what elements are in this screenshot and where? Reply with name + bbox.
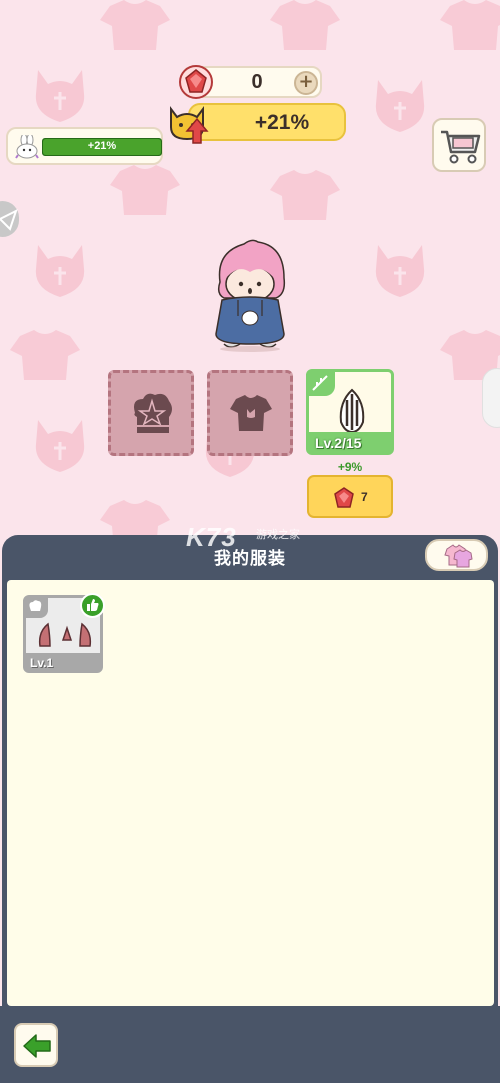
item-bonus: +9% (337, 460, 363, 474)
upgrade-button[interactable]: 7 (307, 475, 393, 518)
item-category-badge (26, 598, 48, 618)
equipped-badge (80, 593, 105, 618)
item-category-badge (309, 372, 335, 396)
outfit-icon (444, 544, 473, 568)
paper-plane-icon (0, 209, 18, 231)
character-avatar[interactable] (210, 238, 290, 353)
side-menu-tab[interactable] (0, 201, 19, 237)
bonus-progress-label: +21% (87, 140, 117, 152)
chef-hat-icon (29, 600, 42, 611)
boost-value: +21% (254, 111, 310, 134)
thumbs-up-icon (87, 599, 99, 611)
devil-cat-boost-icon (170, 106, 209, 144)
feather-icon (312, 375, 328, 391)
back-button[interactable] (14, 1023, 58, 1067)
shirt-icon (230, 395, 272, 431)
add-gems-button[interactable]: + (294, 71, 318, 95)
watermark-text: 游戏之家 (256, 529, 300, 541)
sunflower-seed-icon (339, 388, 365, 434)
back-arrow-icon (23, 1034, 51, 1058)
red-gem-icon (179, 65, 213, 99)
item-level: Lv.1 (30, 656, 54, 670)
devil-horns-icon (38, 622, 92, 647)
shop-button[interactable] (432, 118, 486, 172)
bunny-icon (15, 135, 39, 159)
hat-slot[interactable] (108, 370, 194, 456)
chef-hat-pentagram-icon (134, 393, 172, 433)
bonus-progress-card[interactable]: +21% (6, 127, 163, 165)
bottom-bar (0, 1006, 500, 1083)
outfit-switch-button[interactable] (425, 539, 488, 571)
gem-counter: 0 + (179, 65, 322, 99)
bonus-progress-bar: +21% (42, 138, 162, 156)
item-level: Lv.2/15 (315, 435, 362, 451)
shopping-cart-icon (441, 130, 481, 164)
side-menu-tab-right[interactable] (482, 368, 500, 428)
red-gem-icon (334, 487, 354, 508)
upgrade-cost: 7 (361, 490, 368, 504)
shirt-slot[interactable] (207, 370, 293, 456)
income-boost-bar[interactable]: +21% (188, 103, 346, 141)
equipped-item-slot[interactable]: Lv.2/15 (306, 369, 394, 455)
plus-icon: + (298, 71, 314, 92)
gem-count: 0 (251, 71, 263, 93)
